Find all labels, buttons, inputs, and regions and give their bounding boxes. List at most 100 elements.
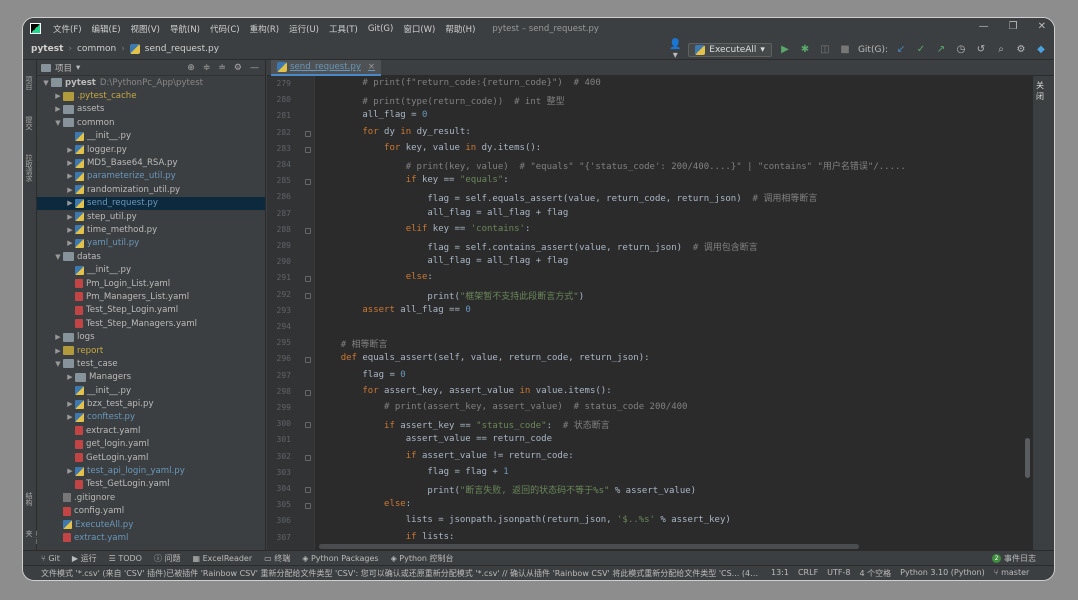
code-line[interactable]: # print(assert_key, assert_value) # stat… [319, 402, 687, 412]
chevron-right-icon[interactable]: ▶ [65, 413, 75, 421]
tree-item[interactable]: ▶ yaml_util.py [37, 237, 265, 250]
tree-item[interactable]: config.yaml [37, 505, 265, 518]
chevron-right-icon[interactable]: ▶ [65, 239, 75, 247]
stop-icon[interactable]: ■ [838, 44, 852, 55]
code-line[interactable]: for assert_key, assert_value in value.it… [319, 386, 611, 396]
breadcrumb-folder[interactable]: common [77, 44, 116, 54]
locate-icon[interactable]: ⊕ [187, 63, 195, 73]
tree-item[interactable]: ▶ bzx_test_api.py [37, 397, 265, 410]
chevron-right-icon[interactable]: ▶ [53, 92, 63, 100]
chevron-right-icon[interactable]: ▶ [65, 467, 75, 475]
tree-item[interactable]: ▼ pytest D:\PythonPc_App\pytest [37, 76, 265, 89]
run-configuration-select[interactable]: ExecuteAll ▾ [688, 42, 772, 57]
code-line[interactable]: def equals_assert(self, value, return_co… [319, 353, 650, 363]
code-line[interactable]: all_flag = all_flag + flag [319, 208, 568, 218]
chevron-right-icon[interactable]: ▶ [65, 400, 75, 408]
tool-git[interactable]: ⑂ Git [41, 554, 60, 563]
menu-view[interactable]: 视图(V) [126, 23, 165, 35]
tree-item[interactable]: ▶ report [37, 344, 265, 357]
chevron-right-icon[interactable]: ▶ [53, 105, 63, 113]
tree-item[interactable]: __init__.py [37, 263, 265, 276]
chevron-right-icon[interactable]: ▶ [65, 199, 75, 207]
tree-item[interactable]: ▶ Managers [37, 371, 265, 384]
search-icon[interactable]: ⌕ [994, 44, 1008, 55]
code-line[interactable]: elif key == 'contains': [319, 224, 531, 234]
chevron-right-icon[interactable]: ▶ [65, 159, 75, 167]
fold-marker-icon[interactable] [305, 130, 311, 137]
tool-excel-reader[interactable]: ▦ ExcelReader [193, 554, 253, 563]
menu-edit[interactable]: 编辑(E) [87, 23, 126, 35]
tree-item[interactable]: __init__.py [37, 130, 265, 143]
run-icon[interactable]: ▶ [778, 44, 792, 55]
code-line[interactable]: print("断言失败, 返回的状态码不等于%s" % assert_value… [319, 483, 696, 496]
tree-item[interactable]: ▶ assets [37, 103, 265, 116]
fold-marker-icon[interactable] [305, 487, 311, 493]
gear-icon[interactable]: ⚙ [1014, 44, 1028, 55]
code-line[interactable]: flag = 0 [319, 370, 405, 380]
code-line[interactable]: if assert_key == "status_code": # 状态断言 [319, 418, 610, 431]
fold-marker-icon[interactable] [305, 179, 311, 186]
chevron-down-icon[interactable]: ▾ [76, 63, 80, 73]
menu-file[interactable]: 文件(F) [48, 23, 87, 35]
chevron-down-icon[interactable]: ▼ [53, 253, 63, 261]
code-line[interactable]: assert_value == return_code [319, 434, 552, 444]
tool-todo[interactable]: ☰ TODO [109, 554, 142, 563]
tree-item[interactable]: ▶ test_api_login_yaml.py [37, 464, 265, 477]
tree-item[interactable]: ▶ logger.py [37, 143, 265, 156]
tool-problems[interactable]: ⓘ 问题 [154, 553, 181, 564]
fold-marker-icon[interactable] [305, 276, 311, 283]
rollback-icon[interactable]: ↺ [974, 44, 988, 55]
tree-item[interactable]: ▼ datas [37, 250, 265, 263]
tree-item[interactable]: ▶ .pytest_cache [37, 89, 265, 102]
tree-item[interactable]: ▶ MD5_Base64_RSA.py [37, 156, 265, 169]
chevron-right-icon[interactable]: ▶ [53, 333, 63, 341]
git-update-icon[interactable]: ↙ [894, 44, 908, 55]
code-area[interactable]: # print(f"return_code:{return_code}") # … [319, 76, 1032, 550]
tree-item[interactable]: ExecuteAll.py [37, 518, 265, 531]
tree-item[interactable]: ▶ parameterize_util.py [37, 170, 265, 183]
git-commit-icon[interactable]: ✓ [914, 44, 928, 55]
tree-item[interactable]: ▼ common [37, 116, 265, 129]
tree-item[interactable]: ▶ conftest.py [37, 411, 265, 424]
code-line[interactable]: for dy in dy_result: [319, 127, 470, 137]
menu-refactor[interactable]: 重构(R) [245, 23, 285, 35]
file-encoding[interactable]: UTF-8 [827, 568, 850, 579]
tool-python-packages[interactable]: ◈ Python Packages [302, 554, 378, 563]
close-icon[interactable]: ✕ [1038, 21, 1046, 32]
breadcrumb-file[interactable]: send_request.py [145, 44, 219, 54]
tree-item[interactable]: __init__.py [37, 384, 265, 397]
code-line[interactable]: else: [319, 272, 433, 282]
chevron-right-icon[interactable]: ▶ [65, 172, 75, 180]
code-line[interactable]: flag = self.contains_assert(value, retur… [319, 240, 757, 253]
tree-item[interactable]: ▶ time_method.py [37, 223, 265, 236]
tree-item[interactable]: get_login.yaml [37, 438, 265, 451]
tree-item[interactable]: ▶ randomization_util.py [37, 183, 265, 196]
indent-setting[interactable]: 4 个空格 [860, 568, 892, 579]
code-line[interactable]: all_flag = 0 [319, 110, 427, 120]
code-editor[interactable]: 279 280 281 282 283 284 285 286 287 288 289 290 291 2… [267, 76, 1032, 550]
tool-terminal[interactable]: ▭ 终端 [264, 553, 290, 564]
close-tab-icon[interactable]: × [368, 62, 375, 72]
menu-tools[interactable]: 工具(T) [324, 23, 363, 35]
coverage-icon[interactable]: ◫ [818, 44, 832, 55]
tool-python-console[interactable]: ◈ Python 控制台 [391, 553, 454, 564]
breadcrumb-project[interactable]: pytest [31, 44, 63, 54]
menu-window[interactable]: 窗口(W) [398, 23, 440, 35]
menu-navigate[interactable]: 导航(N) [165, 23, 205, 35]
code-line[interactable]: # print(f"return_code:{return_code}") # … [319, 78, 600, 88]
tree-item[interactable]: Test_GetLogin.yaml [37, 478, 265, 491]
tree-item[interactable]: Test_Step_Login.yaml [37, 304, 265, 317]
chevron-right-icon[interactable]: ▶ [65, 226, 75, 234]
fold-marker-icon[interactable] [305, 146, 311, 153]
fold-marker-icon[interactable] [305, 454, 311, 461]
fold-marker-icon[interactable] [305, 357, 311, 364]
chevron-down-icon[interactable]: ▼ [53, 119, 63, 127]
debug-icon[interactable]: ✱ [798, 44, 812, 55]
tool-window-pull-requests[interactable]: 拉取请求 [24, 154, 34, 182]
history-icon[interactable]: ◷ [954, 44, 968, 55]
close-panel-label[interactable]: 关闭 [1033, 76, 1054, 106]
event-log-button[interactable]: 2 事件日志 [992, 553, 1036, 564]
git-push-icon[interactable]: ↗ [934, 44, 948, 55]
tree-item[interactable]: ▶ step_util.py [37, 210, 265, 223]
code-line[interactable]: # print(key, value) # "equals" "{'status… [319, 159, 906, 172]
